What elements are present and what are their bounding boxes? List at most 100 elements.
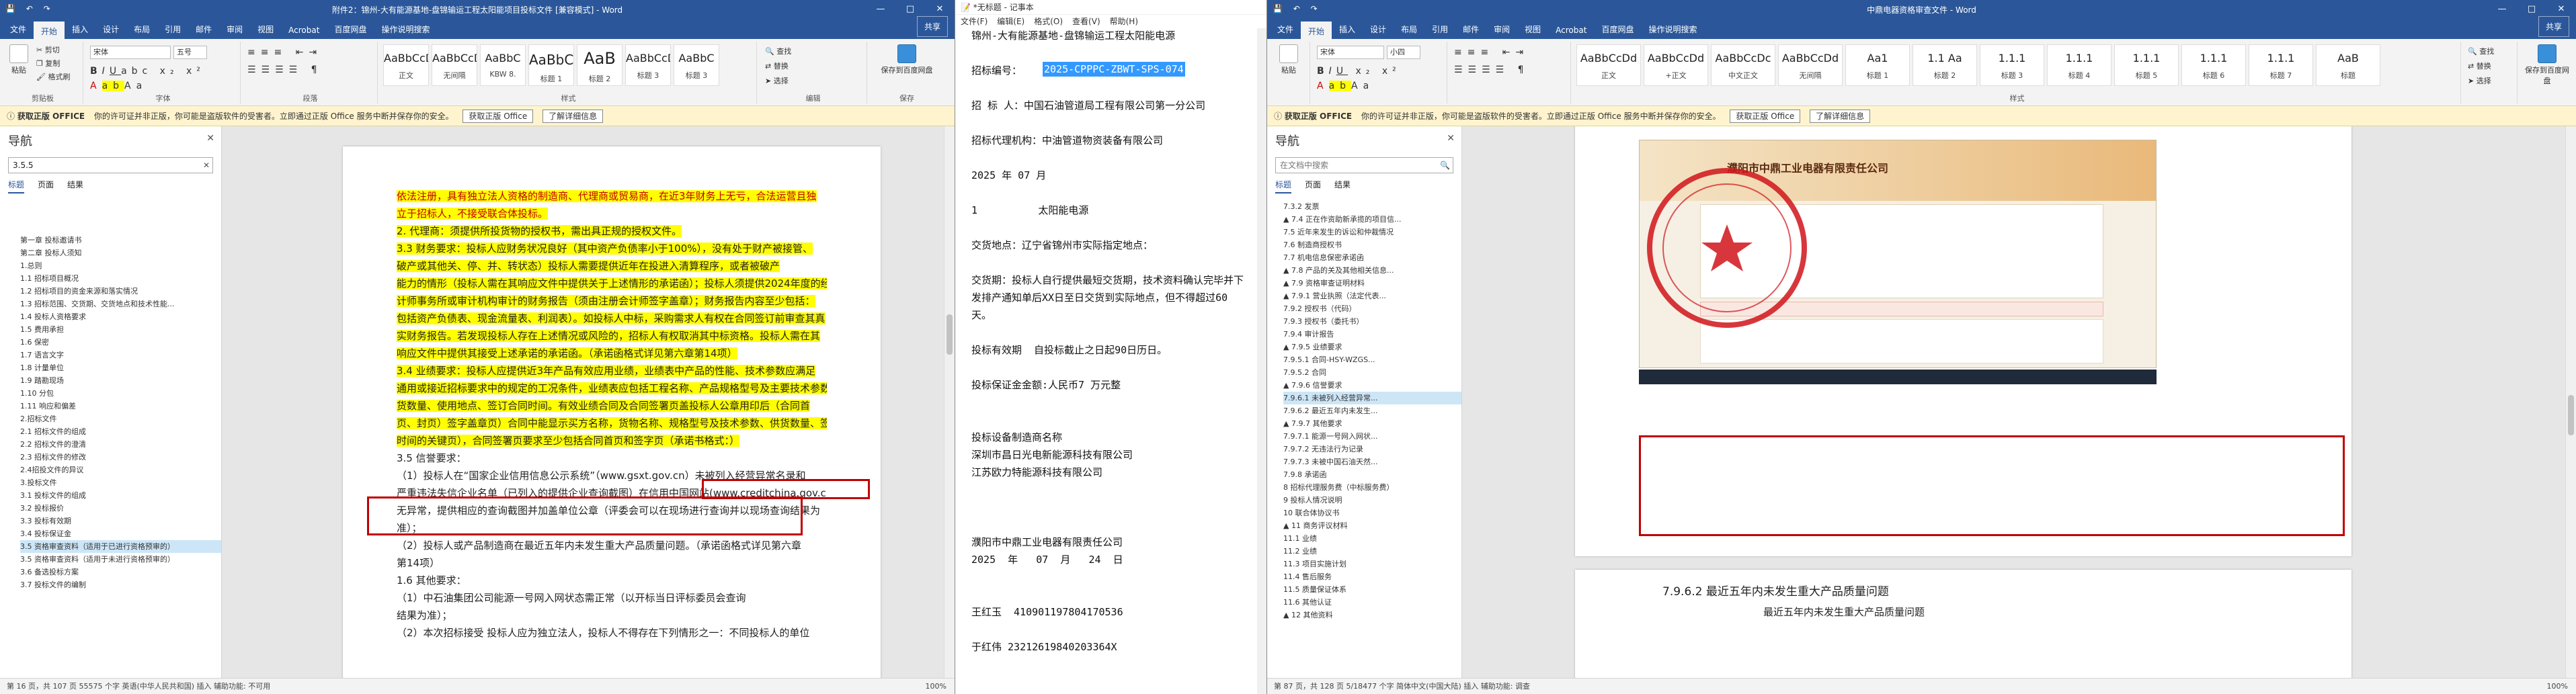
paste-button[interactable]: 粘贴 [1275,44,1302,75]
scroll-thumb[interactable] [947,314,953,355]
nav-heading-item[interactable]: 1.8 计量单位 [20,361,221,374]
style-gallery-item[interactable]: 1.1.1 标题 7 [2249,44,2313,86]
clear-icon[interactable]: ✕ [203,158,210,173]
minimize-icon[interactable]: — [866,0,895,19]
nav-heading-item[interactable]: ▲ 7.9.6 信誉要求 [1283,379,1461,392]
scroll-thumb[interactable] [2568,395,2574,435]
nav-heading-item[interactable]: 3.5 资格审查资料（适用于已进行资格预审的） [20,540,221,553]
style-normal[interactable]: AaBbCcDd正文 [383,44,429,86]
nav-heading-item[interactable]: 11.3 项目实施计划 [1283,558,1461,570]
tab-review[interactable]: 审阅 [219,19,250,39]
select-button[interactable]: ➤ 选择 [765,75,789,86]
tab-home[interactable]: 开始 [34,21,65,39]
nav-heading-item[interactable]: 9 投标人情况说明 [1283,494,1461,507]
nav-heading-item[interactable]: 8 招标代理服务费（中标服务费） [1283,481,1461,494]
nav-heading-item[interactable]: 7.9.2 授权书（代码） [1283,302,1461,315]
tab-review[interactable]: 审阅 [1486,19,1517,39]
nav-heading-item[interactable]: 7.5 近年来发生的诉讼和仲裁情况 [1283,226,1461,238]
style-gallery-item[interactable]: AaBbCcDd 无间隔 [1778,44,1843,86]
tab-references[interactable]: 引用 [1424,19,1455,39]
style-gallery-item[interactable]: 1.1.1 标题 3 [1980,44,2044,86]
replace-button[interactable]: ⇄ 替换 [2468,60,2491,71]
tab-layout[interactable]: 布局 [1394,19,1424,39]
nav-search-input[interactable]: 在文档中搜索 🔍 [1275,157,1453,173]
list-buttons[interactable]: ≡≡≡ ⇤⇥ [1454,47,1529,58]
share-button[interactable]: 共享 [2538,16,2569,37]
font-name-combo[interactable]: 宋体 [1317,46,1384,59]
style-gallery-item[interactable]: 1.1 Aa 标题 2 [1913,44,1977,86]
style-gallery-item[interactable]: 1.1.1 标题 5 [2114,44,2179,86]
font-size-combo[interactable]: 小四 [1387,46,1420,59]
nav-heading-item[interactable]: 1.5 费用承担 [20,323,221,336]
style-kbw[interactable]: AaBbC KBW 8. [480,44,526,86]
nav-heading-item[interactable]: 7.9.4 审计报告 [1283,328,1461,341]
find-button[interactable]: 🔍 查找 [765,46,791,56]
tab-view[interactable]: 视图 [1517,19,1548,39]
nav-heading-item[interactable]: 11.1 业绩 [1283,532,1461,545]
style-heading-3[interactable]: AaBbCcDd标题 3 [625,44,671,86]
style-gallery-item[interactable]: AaBbCcDc 中文正文 [1711,44,1775,86]
style-heading-1[interactable]: AaBbC 标题 1 [528,44,574,86]
close-icon[interactable]: ✕ [206,133,214,144]
nav-heading-item[interactable]: ▲ 7.9.5 业绩要求 [1283,341,1461,353]
nav-heading-item[interactable]: 3.3 投标有效期 [20,515,221,527]
replace-button[interactable]: ⇄ 替换 [765,60,789,71]
tab-acrobat[interactable]: Acrobat [1548,21,1594,39]
tab-insert[interactable]: 插入 [65,19,95,39]
tab-acrobat[interactable]: Acrobat [281,21,327,39]
nav-tab-headings[interactable]: 标题 [1275,179,1292,193]
nav-heading-item[interactable]: 1.4 投标人资格要求 [20,310,221,323]
font-color-buttons[interactable]: AabAa [90,81,147,91]
nav-heading-item[interactable]: 3.1 投标文件的组成 [20,489,221,502]
paste-button[interactable]: 粘贴 [5,44,32,75]
nav-heading-item[interactable]: 7.9.8 承诺函 [1283,468,1461,481]
nav-heading-item[interactable]: 1.2 招标项目的资金来源和落实情况 [20,285,221,298]
tab-file[interactable]: 文件 [1270,19,1301,39]
tab-references[interactable]: 引用 [157,19,188,39]
share-button[interactable]: 共享 [916,16,948,37]
nav-heading-item[interactable]: 3.5 资格审查资料（适用于未进行资格预审的） [20,553,221,566]
nav-heading-item[interactable]: 第一章 投标邀请书 [20,234,221,247]
nav-tab-pages[interactable]: 页面 [1305,179,1321,193]
style-gallery-item[interactable]: AaBbCcDd +正文 [1644,44,1708,86]
nav-heading-item[interactable]: 7.9.3 授权书（委托书） [1283,315,1461,328]
nav-heading-item[interactable]: 2.招标文件 [20,413,221,425]
nav-tab-pages[interactable]: 页面 [38,179,54,193]
nav-heading-item[interactable]: 3.投标文件 [20,476,221,489]
nav-heading-item[interactable]: 1.11 响应和偏差 [20,400,221,413]
vertical-scrollbar[interactable] [944,126,955,678]
menu-view[interactable]: 查看(V) [1072,15,1100,28]
nav-heading-item[interactable]: 7.9.7.1 能源一号网入网状... [1283,430,1461,443]
tab-baidu[interactable]: 百度网盘 [327,19,374,39]
nav-heading-item[interactable]: 2.4招投文件的异议 [20,464,221,476]
tab-home[interactable]: 开始 [1301,21,1332,39]
save-baidu-button[interactable]: 保存到百度网盘 [877,44,937,75]
style-heading-2[interactable]: AaB 标题 2 [577,44,622,86]
style-gallery-item[interactable]: AaB 标题 [2316,44,2380,86]
style-gallery-item[interactable]: Aa1 标题 1 [1845,44,1910,86]
menu-file[interactable]: 文件(F) [961,15,988,28]
nav-heading-item[interactable]: 1.6 保密 [20,336,221,349]
nav-heading-item[interactable]: 1.10 分包 [20,387,221,400]
nav-heading-item[interactable]: ▲ 7.4 正在作资助新承揽的项目信... [1283,213,1461,226]
zoom-level[interactable]: 100% [2547,679,2568,694]
nav-heading-item[interactable]: 10 联合体协议书 [1283,507,1461,519]
style-gallery-item[interactable]: 1.1.1 标题 6 [2181,44,2246,86]
style-heading-3b[interactable]: AaBbC 标题 3 [674,44,719,86]
nav-heading-item[interactable]: 7.9.7.3 未被中国石油天然... [1283,456,1461,468]
nav-heading-item[interactable]: ▲ 11 商务评议材料 [1283,519,1461,532]
nav-heading-item[interactable]: ▲ 12 其他资料 [1283,609,1461,621]
menu-edit[interactable]: 编辑(E) [997,15,1024,28]
save-baidu-button[interactable]: 保存到百度网盘 [2523,44,2571,86]
nav-tab-results[interactable]: 结果 [67,179,83,193]
tab-design[interactable]: 设计 [1363,19,1394,39]
nav-heading-item[interactable]: 7.9.7.2 无违法行为记录 [1283,443,1461,456]
tell-me-search[interactable]: 操作说明搜索 [374,19,437,39]
nav-heading-item[interactable]: ▲ 7.9.1 营业执照（法定代表... [1283,290,1461,302]
menu-help[interactable]: 帮助(H) [1110,15,1138,28]
tab-insert[interactable]: 插入 [1332,19,1363,39]
menu-format[interactable]: 格式(O) [1034,15,1063,28]
minimize-icon[interactable]: — [2487,0,2517,19]
nav-heading-item[interactable]: ▲ 7.8 产品的关及其他相关信息... [1283,264,1461,277]
close-icon[interactable]: ✕ [1447,133,1455,144]
